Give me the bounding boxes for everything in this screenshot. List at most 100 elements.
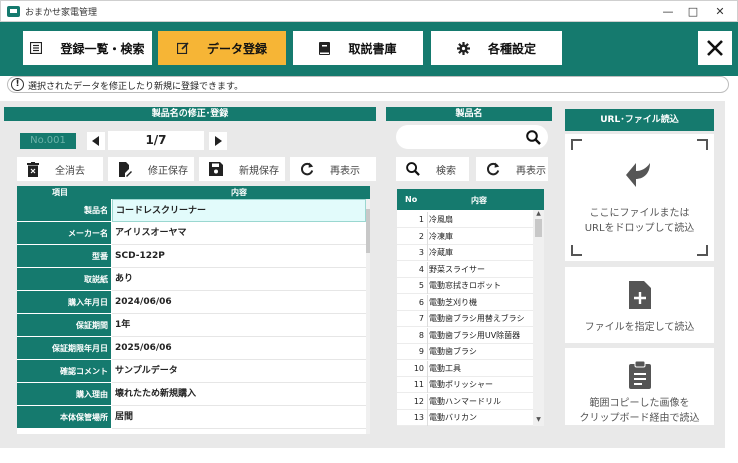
prev-record-button[interactable] — [87, 132, 105, 150]
search-icon — [406, 162, 420, 176]
refresh-icon — [301, 162, 314, 176]
list-item[interactable]: 10 電動工具 — [397, 360, 544, 377]
form-row: 製品名 コードレスクリーナー — [17, 199, 370, 222]
product-search-input[interactable] — [396, 125, 548, 149]
list-redisplay-button[interactable]: 再表示 — [476, 157, 548, 181]
select-file-label: ファイルを指定して読込 — [584, 322, 695, 333]
drop-corner-tl — [571, 139, 582, 150]
list-scrollbar[interactable]: ▲ ▼ — [533, 210, 544, 426]
form-field-value[interactable]: SCD-122P — [112, 245, 366, 268]
product-list-header: 製品名 — [386, 107, 552, 121]
form-field-label: 確認コメント — [17, 360, 111, 383]
form-field-label: 保証期間 — [17, 314, 111, 337]
list-item-name: 電動芝刈り機 — [427, 294, 533, 311]
clipboard-import-button[interactable]: 範囲コピーした画像を クリップボード経由で読込 — [565, 348, 714, 425]
drop-zone[interactable]: ここにファイルまたは URLをドロップして読込 — [565, 134, 714, 261]
maximize-button[interactable]: □ — [682, 3, 704, 20]
list-item[interactable]: 7 電動歯ブラシ用替えブラシ — [397, 311, 544, 327]
list-item-number: 1 — [418, 215, 424, 224]
nav-header: 登録一覧・検索 データ登録 取説書庫 各種設定 — [0, 22, 738, 76]
list-item[interactable]: 5 電動窓拭きロボット — [397, 278, 544, 294]
next-record-button[interactable] — [209, 132, 227, 150]
list-item-number: 5 — [418, 281, 424, 290]
form-field-value[interactable]: 居間 — [112, 406, 366, 429]
form-row: 確認コメント サンプルデータ — [17, 360, 370, 383]
list-item[interactable]: 2 冷凍庫 — [397, 228, 544, 245]
minimize-button[interactable]: — — [657, 3, 679, 20]
form-field-label: 製品名 — [17, 199, 111, 222]
tab-list-search[interactable]: 登録一覧・検索 — [23, 31, 152, 65]
list-item-name: 電動ハンマードリル — [427, 393, 533, 410]
form-field-value[interactable]: 壊れたため新規購入 — [112, 383, 366, 406]
search-button[interactable]: 検索 — [396, 157, 469, 181]
list-item[interactable]: 4 野菜スライサー — [397, 261, 544, 278]
form-field-value[interactable]: 2025/06/06 — [112, 337, 366, 360]
list-item-name: 野菜スライサー — [427, 261, 533, 278]
form-field-label: 購入年月日 — [17, 291, 111, 314]
window-close-button[interactable]: ✕ — [709, 3, 731, 20]
tab-data-entry-label: データ登録 — [206, 41, 267, 56]
col-content-header: 内容 — [231, 188, 247, 197]
refresh-icon — [487, 162, 500, 176]
list-item-number: 11 — [413, 380, 424, 389]
form-scrollbar[interactable] — [366, 199, 370, 434]
new-save-label: 新規保存 — [239, 165, 279, 177]
tab-data-entry[interactable]: データ登録 — [158, 31, 286, 65]
form-field-value[interactable]: アイリスオーヤマ — [112, 222, 366, 245]
tab-settings[interactable]: 各種設定 — [431, 31, 562, 65]
list-item[interactable]: 8 電動歯ブラシ用UV除菌器 — [397, 327, 544, 344]
title-bar: おまかせ家電管理 — □ ✕ — [0, 0, 738, 22]
list-item-name: 冷凍庫 — [427, 228, 533, 245]
clipboard-text-line1: 範囲コピーした画像を — [589, 398, 690, 409]
list-item[interactable]: 3 冷蔵庫 — [397, 245, 544, 261]
edit-icon — [176, 42, 189, 54]
list-item-name: 電動歯ブラシ — [427, 344, 533, 360]
form-row: 型番 SCD-122P — [17, 245, 370, 268]
list-item-number: 13 — [413, 413, 424, 422]
list-item-name: 電動窓拭きロボット — [427, 278, 533, 294]
form-row: 取説紙 あり — [17, 268, 370, 291]
form-field-label: 本体保管場所 — [17, 406, 111, 429]
form-field-value[interactable]: 1年 — [112, 314, 366, 337]
list-item[interactable]: 1 冷風扇 — [397, 212, 544, 228]
list-item-name: 冷蔵庫 — [427, 245, 533, 261]
list-item-name: 電動歯ブラシ用UV除菌器 — [427, 327, 533, 344]
drop-text-line1: ここにファイルまたは — [589, 208, 690, 219]
redisplay-button[interactable]: 再表示 — [290, 157, 376, 181]
form-field-value[interactable]: あり — [112, 268, 366, 291]
clear-all-button[interactable]: 全消去 — [17, 157, 103, 181]
form-row: 保証期間 1年 — [17, 314, 370, 337]
update-save-label: 修正保存 — [148, 165, 188, 177]
drop-corner-bl — [571, 245, 582, 256]
select-file-button[interactable]: ファイルを指定して読込 — [565, 267, 714, 343]
window-title: おまかせ家電管理 — [25, 8, 98, 18]
clipboard-icon — [628, 360, 651, 389]
tab-list-search-label: 登録一覧・検索 — [60, 41, 145, 56]
list-item-number: 12 — [413, 396, 424, 406]
list-item-number: 2 — [418, 231, 424, 241]
clipboard-text-line2: クリップボード経由で読込 — [579, 413, 700, 424]
list-item[interactable]: 12 電動ハンマードリル — [397, 393, 544, 410]
tab-manuals[interactable]: 取説書庫 — [293, 31, 423, 65]
list-icon — [30, 42, 43, 54]
form-table-header: 項目 内容 — [17, 186, 370, 199]
form-field-value[interactable]: 2024/06/06 — [112, 291, 366, 314]
product-form-table: 項目 内容 製品名 コードレスクリーナー メーカー名 アイリスオーヤマ 型番 SCD-12… — [17, 186, 370, 434]
info-message: 選択されたデータを修正したり新規に登録できます。 — [28, 82, 244, 92]
list-item[interactable]: 9 電動歯ブラシ — [397, 344, 544, 360]
form-field-value[interactable]: サンプルデータ — [112, 360, 366, 383]
list-item[interactable]: 13 電動バリカン — [397, 410, 544, 426]
close-app-button[interactable] — [698, 31, 732, 65]
form-field-label: 型番 — [17, 245, 111, 268]
edit-file-icon — [119, 161, 132, 177]
form-row: 保証期限年月日 2025/06/06 — [17, 337, 370, 360]
list-redisplay-label: 再表示 — [516, 165, 546, 177]
update-save-button[interactable]: 修正保存 — [108, 157, 194, 181]
list-item[interactable]: 6 電動芝刈り機 — [397, 294, 544, 311]
form-field-value[interactable]: コードレスクリーナー — [112, 199, 366, 222]
tab-manuals-label: 取説書庫 — [348, 41, 397, 56]
new-save-button[interactable]: 新規保存 — [199, 157, 285, 181]
app-icon — [7, 6, 20, 17]
list-item[interactable]: 11 電動ポリッシャー — [397, 377, 544, 393]
drop-arrow-icon — [625, 163, 650, 187]
